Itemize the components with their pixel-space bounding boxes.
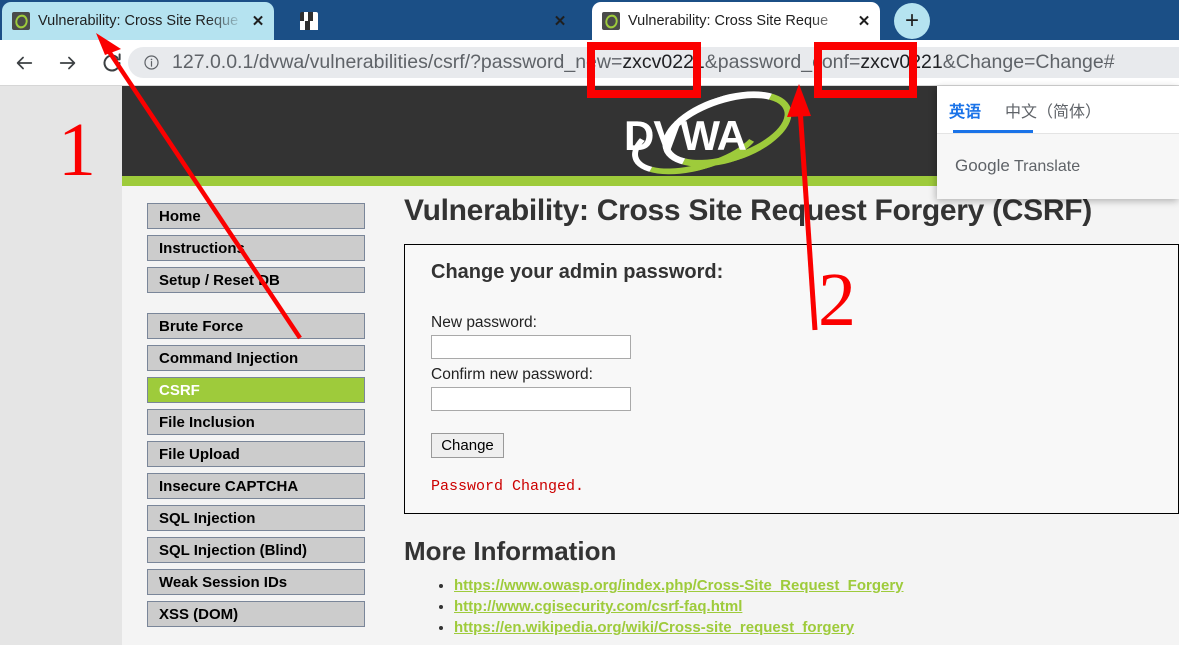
browser-window: Vulnerability: Cross Site Reque ✕ ✕ Vuln… [0, 0, 1179, 645]
annotation-arrow-2 [787, 84, 818, 331]
annotation-arrows [96, 33, 818, 340]
annotation-arrow-1 [96, 33, 302, 340]
